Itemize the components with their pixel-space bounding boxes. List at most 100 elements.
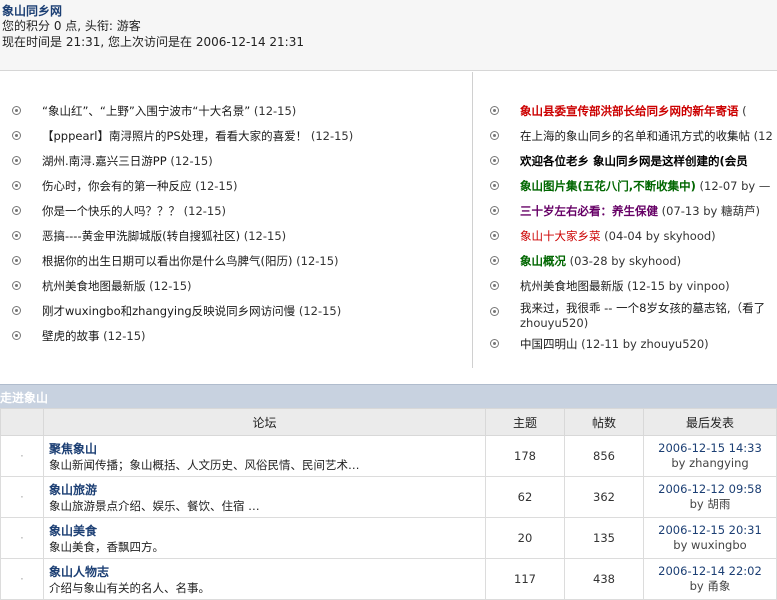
list-item: 杭州美食地图最新版 (12-15 by vinpoo) xyxy=(520,278,730,294)
list-item: 恶搞----黄金甲洗脚城版(转自搜狐社区) (12-15) xyxy=(42,228,286,244)
list-item: 象山县委宣传部洪部长给同乡网的新年寄语 ( xyxy=(520,103,747,119)
bullet-icon xyxy=(12,106,21,115)
post-link[interactable]: 你是一个快乐的人吗？？？ xyxy=(42,204,180,218)
last-post-time[interactable]: 2006-12-14 22:02 xyxy=(658,564,762,578)
list-item: 中国四明山 (12-11 by zhouyu520) xyxy=(520,336,709,352)
table-row: · 聚焦象山 象山新闻传播；象山概括、人文历史、风俗民情、民间艺术… 178 8… xyxy=(0,435,777,477)
list-item: 象山概况 (03-28 by skyhood) xyxy=(520,253,681,269)
user-score-line: 您的积分 0 点, 头衔: 游客 xyxy=(2,19,141,33)
bullet-icon xyxy=(12,281,21,290)
bullet-icon xyxy=(490,231,499,240)
forum-status-icon: · xyxy=(0,476,44,518)
post-link[interactable]: 根据你的出生日期可以看出你是什么鸟脾气(阳历) xyxy=(42,254,292,268)
forum-description: 象山美食，香飘四方。 xyxy=(49,539,164,554)
table-row: · 象山美食 象山美食，香飘四方。 20 135 2006-12-15 20:3… xyxy=(0,517,777,559)
list-item: 我来过，我很乖 -- 一个8岁女孩的墓志铭,（看了 zhouyu520) xyxy=(520,301,777,331)
post-link[interactable]: 象山十大家乡菜 xyxy=(520,229,601,243)
last-post-time[interactable]: 2006-12-12 09:58 xyxy=(658,482,762,496)
post-date: (12-15 by vinpoo) xyxy=(623,279,730,293)
post-date: (12-15) xyxy=(180,204,227,218)
forum-link[interactable]: 聚焦象山 xyxy=(49,440,484,457)
header-last-post: 最后发表 xyxy=(643,408,777,436)
post-link[interactable]: 欢迎各位老乡 象山同乡网是这样创建的(会员 xyxy=(520,154,748,168)
last-post-author[interactable]: by 胡雨 xyxy=(690,497,731,511)
post-date: (12-15) xyxy=(240,229,287,243)
post-date: (12-11 by zhouyu520) xyxy=(577,337,709,351)
list-item: 刚才wuxingbo和zhangying反映说同乡网访问慢 (12-15) xyxy=(42,303,341,319)
forum-link[interactable]: 象山人物志 xyxy=(49,563,484,580)
bullet-icon xyxy=(490,256,499,265)
column-divider xyxy=(472,72,473,368)
topic-count: 62 xyxy=(485,476,565,518)
post-link[interactable]: 我来过，我很乖 -- 一个8岁女孩的墓志铭,（看了 xyxy=(520,301,765,315)
bullet-icon xyxy=(12,181,21,190)
bullet-icon xyxy=(490,181,499,190)
post-link[interactable]: 【pppearl】南浔照片的PS处理，看看大家的喜爱！ xyxy=(42,129,307,143)
header-forum: 论坛 xyxy=(43,408,486,436)
post-link[interactable]: 恶搞----黄金甲洗脚城版(转自搜狐社区) xyxy=(42,229,240,243)
post-date: (12-15) xyxy=(191,179,238,193)
post-date: (12-15) xyxy=(307,129,354,143)
list-item: 壁虎的故事 (12-15) xyxy=(42,328,146,344)
post-link[interactable]: “象山红”、“上野”入围宁波市“十大名景” xyxy=(42,104,250,118)
forum-description: 象山旅游景点介绍、娱乐、餐饮、住宿 … xyxy=(49,498,260,513)
post-link[interactable]: 三十岁左右必看：养生保健 xyxy=(520,204,658,218)
bullet-icon xyxy=(12,256,21,265)
section-header: 走进象山 xyxy=(0,384,777,409)
post-link[interactable]: 杭州美食地图最新版 xyxy=(42,279,146,293)
post-link[interactable]: 象山图片集(五花八门,不断收集中) xyxy=(520,179,696,193)
last-post-time[interactable]: 2006-12-15 20:31 xyxy=(658,523,762,537)
forum-status-icon: · xyxy=(0,517,44,559)
section-title[interactable]: 走进象山 xyxy=(0,389,48,406)
forum-status-icon: · xyxy=(0,435,44,477)
last-post-author[interactable]: by wuxingbo xyxy=(673,538,746,552)
bullet-icon xyxy=(12,331,21,340)
post-count: 135 xyxy=(564,517,644,559)
bullet-icon xyxy=(12,156,21,165)
last-post-author[interactable]: by zhangying xyxy=(671,456,748,470)
post-count: 438 xyxy=(564,558,644,600)
post-link[interactable]: 刚才wuxingbo和zhangying反映说同乡网访问慢 xyxy=(42,304,295,318)
post-date: (03-28 by skyhood) xyxy=(566,254,682,268)
post-count: 362 xyxy=(564,476,644,518)
post-date: (12-15) xyxy=(295,304,342,318)
post-date: (12 xyxy=(750,129,773,143)
header-topics: 主题 xyxy=(485,408,565,436)
post-link[interactable]: 在上海的象山同乡的名单和通讯方式的收集帖 xyxy=(520,129,750,143)
bullet-icon xyxy=(490,156,499,165)
bullet-icon xyxy=(12,206,21,215)
forum-link[interactable]: 象山旅游 xyxy=(49,481,484,498)
topic-count: 178 xyxy=(485,435,565,477)
header-posts: 帖数 xyxy=(564,408,644,436)
post-link[interactable]: 伤心时，你会有的第一种反应 xyxy=(42,179,192,193)
forum-description: 象山新闻传播；象山概括、人文历史、风俗民情、民间艺术… xyxy=(49,457,360,472)
list-item: 三十岁左右必看：养生保健 (07-13 by 糖葫芦) xyxy=(520,203,760,219)
last-post-author[interactable]: by 甬象 xyxy=(690,579,731,593)
post-link[interactable]: 象山概况 xyxy=(520,254,566,268)
bullet-icon xyxy=(12,231,21,240)
post-date: (12-15) xyxy=(250,104,297,118)
bullet-icon xyxy=(12,131,21,140)
forum-status-icon: · xyxy=(0,558,44,600)
post-link[interactable]: 湖州.南浔.嘉兴三日游PP xyxy=(42,154,167,168)
list-item: 在上海的象山同乡的名单和通讯方式的收集帖 (12 xyxy=(520,128,773,144)
post-link[interactable]: 杭州美食地图最新版 xyxy=(520,279,624,293)
post-link[interactable]: 象山县委宣传部洪部长给同乡网的新年寄语 xyxy=(520,104,739,118)
bullet-icon xyxy=(490,281,499,290)
post-link[interactable]: 中国四明山 xyxy=(520,337,578,351)
post-link[interactable]: 壁虎的故事 xyxy=(42,329,100,343)
bullet-icon xyxy=(12,306,21,315)
list-item: 象山图片集(五花八门,不断收集中) (12-07 by — xyxy=(520,178,770,194)
forum-link[interactable]: 象山美食 xyxy=(49,522,484,539)
bullet-icon xyxy=(490,206,499,215)
list-item: 杭州美食地图最新版 (12-15) xyxy=(42,278,192,294)
last-post-time[interactable]: 2006-12-15 14:33 xyxy=(658,441,762,455)
latest-posts-panel: “象山红”、“上野”入围宁波市“十大名景” (12-15) 【pppearl】南浔… xyxy=(0,70,777,370)
list-item: 伤心时，你会有的第一种反应 (12-15) xyxy=(42,178,238,194)
post-date: (12-15) xyxy=(145,279,192,293)
list-item: 欢迎各位老乡 象山同乡网是这样创建的(会员 xyxy=(520,153,748,169)
post-date: (12-15) xyxy=(99,329,146,343)
list-item: 你是一个快乐的人吗？？？ (12-15) xyxy=(42,203,226,219)
post-count: 856 xyxy=(564,435,644,477)
table-row: · 象山旅游 象山旅游景点介绍、娱乐、餐饮、住宿 … 62 362 2006-1… xyxy=(0,476,777,518)
